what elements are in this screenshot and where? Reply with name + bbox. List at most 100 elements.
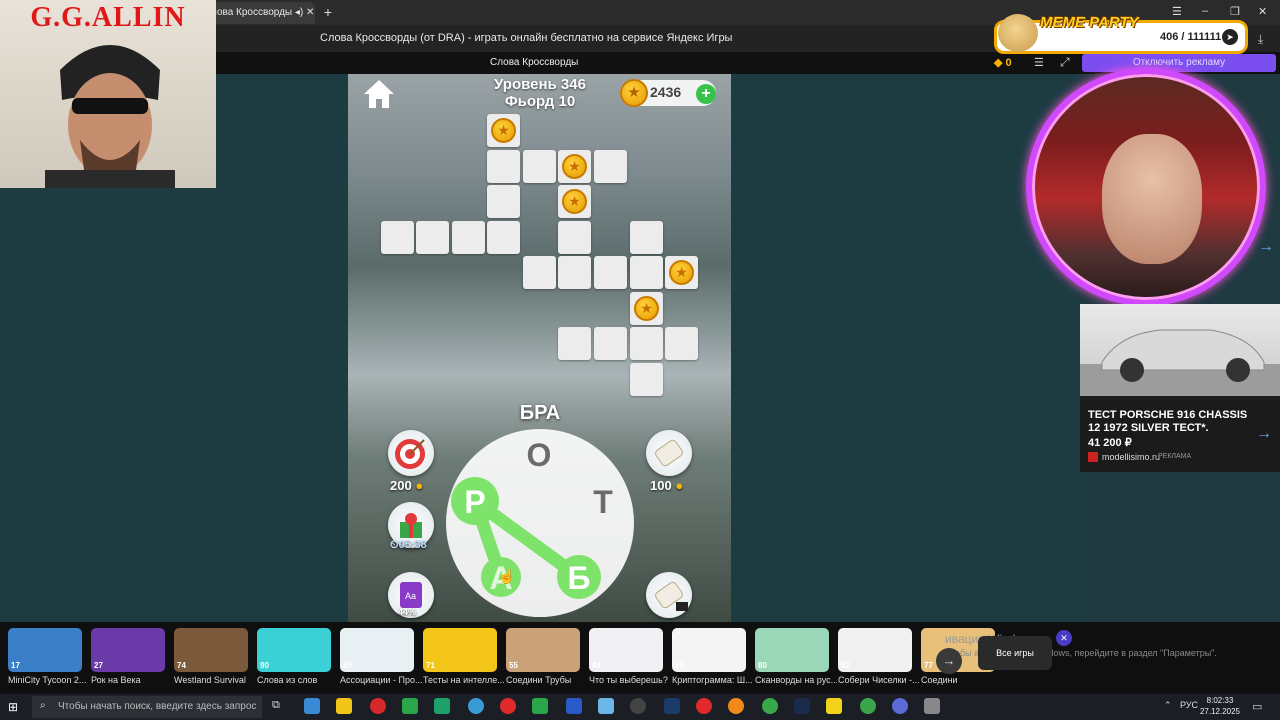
letter-tile[interactable]: Т (578, 484, 628, 521)
yandex-browser-icon[interactable] (696, 698, 712, 714)
game-name[interactable]: Ассоциации - Про... (340, 675, 422, 685)
letter-tile[interactable]: Р (450, 484, 500, 521)
target-hint-button[interactable] (388, 430, 434, 476)
app-icon[interactable] (500, 698, 516, 714)
game-name[interactable]: MiniCity Tycoon 2... (8, 675, 90, 685)
level-location: Фьорд 10 (504, 93, 576, 110)
ad-title[interactable]: ТЕСТ PORSCHE 916 CHASSIS 12 1972 SILVER … (1088, 409, 1248, 435)
game-tile[interactable]: 27 (91, 628, 165, 672)
letter-tile[interactable]: О (514, 437, 564, 474)
game-tile[interactable]: 17 (8, 628, 82, 672)
crossword-cell (594, 327, 627, 360)
level-number: Уровень 346 (494, 76, 586, 93)
crossword-cell (416, 221, 449, 254)
new-tab-button[interactable]: + (320, 4, 336, 20)
game-name[interactable]: Собери Чиселки -... (838, 675, 920, 685)
download-icon[interactable]: ⤓ (1258, 32, 1263, 47)
ad-source[interactable]: modellisimo.ru (1102, 452, 1160, 462)
opera-icon[interactable] (370, 698, 386, 714)
crossword-cell (594, 256, 627, 289)
crossword-cell (630, 327, 663, 360)
scroll-hint-button[interactable] (646, 430, 692, 476)
app-icon[interactable] (402, 698, 418, 714)
steam-icon[interactable] (794, 698, 810, 714)
ad-arrow-icon[interactable]: → (1256, 425, 1272, 443)
game-tile[interactable]: 59 (340, 628, 414, 672)
game-tile[interactable]: 71 (423, 628, 497, 672)
game-tile[interactable]: 44 (589, 628, 663, 672)
game-name[interactable]: Сканворды на рус... (755, 675, 837, 685)
streamer-face (1102, 134, 1202, 264)
crossword-cell: ★ (665, 256, 698, 289)
close-tab-icon[interactable]: ✕ (306, 7, 314, 18)
app-icon[interactable] (892, 698, 908, 714)
webcam-overlay (1026, 68, 1266, 306)
chrome-icon[interactable] (860, 698, 876, 714)
tray-expand-icon[interactable]: ⌃ (1164, 700, 1172, 711)
app-icon[interactable] (598, 698, 614, 714)
game-tile[interactable]: 82 (838, 628, 912, 672)
browser-tab[interactable]: лова Кроссворды ◂) ✕ (205, 2, 315, 24)
crossword-cell: ★ (558, 150, 591, 183)
yandex-coin-counter[interactable]: ◆ 0 (994, 56, 1012, 69)
scroll-right-button[interactable]: → (936, 648, 962, 674)
close-window-icon[interactable]: ✕ (1258, 5, 1267, 18)
chrome-icon[interactable] (762, 698, 778, 714)
notifications-icon[interactable]: ☰ (1034, 56, 1044, 69)
tab-label: лова Кроссворды (211, 7, 293, 18)
crossword-cell (487, 185, 520, 218)
game-name[interactable]: Рок на Века (91, 675, 173, 685)
game-tile[interactable]: 80 (755, 628, 829, 672)
windows-start-icon[interactable]: ⊞ (8, 700, 18, 714)
video-hint-button[interactable] (646, 572, 692, 618)
app-icon[interactable] (826, 698, 842, 714)
app-icon[interactable] (532, 698, 548, 714)
game-name[interactable]: Тесты на интелле... (423, 675, 505, 685)
fullscreen-icon[interactable]: ⤢ (1060, 55, 1070, 70)
close-strip-icon[interactable]: ✕ (1056, 630, 1072, 646)
game-tile[interactable]: 90 (257, 628, 331, 672)
meme-party-title: MEME PARTY (1040, 14, 1139, 31)
photoshop-icon[interactable] (664, 698, 680, 714)
game-name[interactable]: Что ты выберешь? (589, 675, 671, 685)
game-tile[interactable]: 74 (174, 628, 248, 672)
game-tile[interactable]: 88 (672, 628, 746, 672)
app-icon[interactable] (924, 698, 940, 714)
minimize-icon[interactable]: – (1202, 5, 1208, 17)
game-tile[interactable]: 55 (506, 628, 580, 672)
arrow-right-icon[interactable]: → (1258, 238, 1274, 256)
home-icon[interactable] (362, 78, 396, 110)
game-name[interactable]: Слова из слов (257, 675, 339, 685)
app-icon[interactable] (434, 698, 450, 714)
taskbar-clock[interactable]: 8:02:33 27.12.2025 (1196, 695, 1244, 717)
disable-ads-button[interactable]: Отключить рекламу (1082, 54, 1276, 72)
word-icon[interactable] (566, 698, 582, 714)
audio-icon[interactable]: ◂) (295, 7, 303, 18)
firefox-icon[interactable] (728, 698, 744, 714)
game-name[interactable]: Соедини (921, 675, 1003, 685)
share-icon[interactable]: ➤ (1222, 29, 1238, 45)
menu-icon[interactable]: ☰ (1172, 5, 1182, 18)
svg-text:Aa: Aa (405, 591, 416, 601)
app-icon[interactable] (304, 698, 320, 714)
meme-party-count: 406 / 111111 (1160, 31, 1222, 43)
task-view-icon[interactable]: ⧉ (272, 699, 280, 712)
add-coins-button[interactable]: + (696, 84, 716, 104)
notifications-center-icon[interactable]: ▭ (1252, 700, 1262, 713)
portrait-image (45, 45, 175, 188)
all-games-button[interactable]: Все игры (978, 636, 1052, 670)
game-player-count: 71 (426, 661, 435, 670)
ad-car-image[interactable] (1080, 304, 1280, 396)
taskbar-search-input[interactable]: ⌕ Чтобы начать поиск, введите здесь запро… (32, 696, 262, 718)
letter-tile[interactable]: Б (554, 560, 604, 597)
game-player-count: 27 (94, 661, 103, 670)
game-name[interactable]: Криптограмма: Ш... (672, 675, 754, 685)
crossword-cell (487, 221, 520, 254)
telegram-icon[interactable] (468, 698, 484, 714)
app-icon[interactable] (630, 698, 646, 714)
folder-icon[interactable] (336, 698, 352, 714)
level-title: Уровень 346 Фьорд 10 (470, 76, 610, 110)
maximize-icon[interactable]: ❐ (1230, 5, 1240, 18)
game-name[interactable]: Соедини Трубы (506, 675, 588, 685)
game-name[interactable]: Westland Survival (174, 675, 256, 685)
